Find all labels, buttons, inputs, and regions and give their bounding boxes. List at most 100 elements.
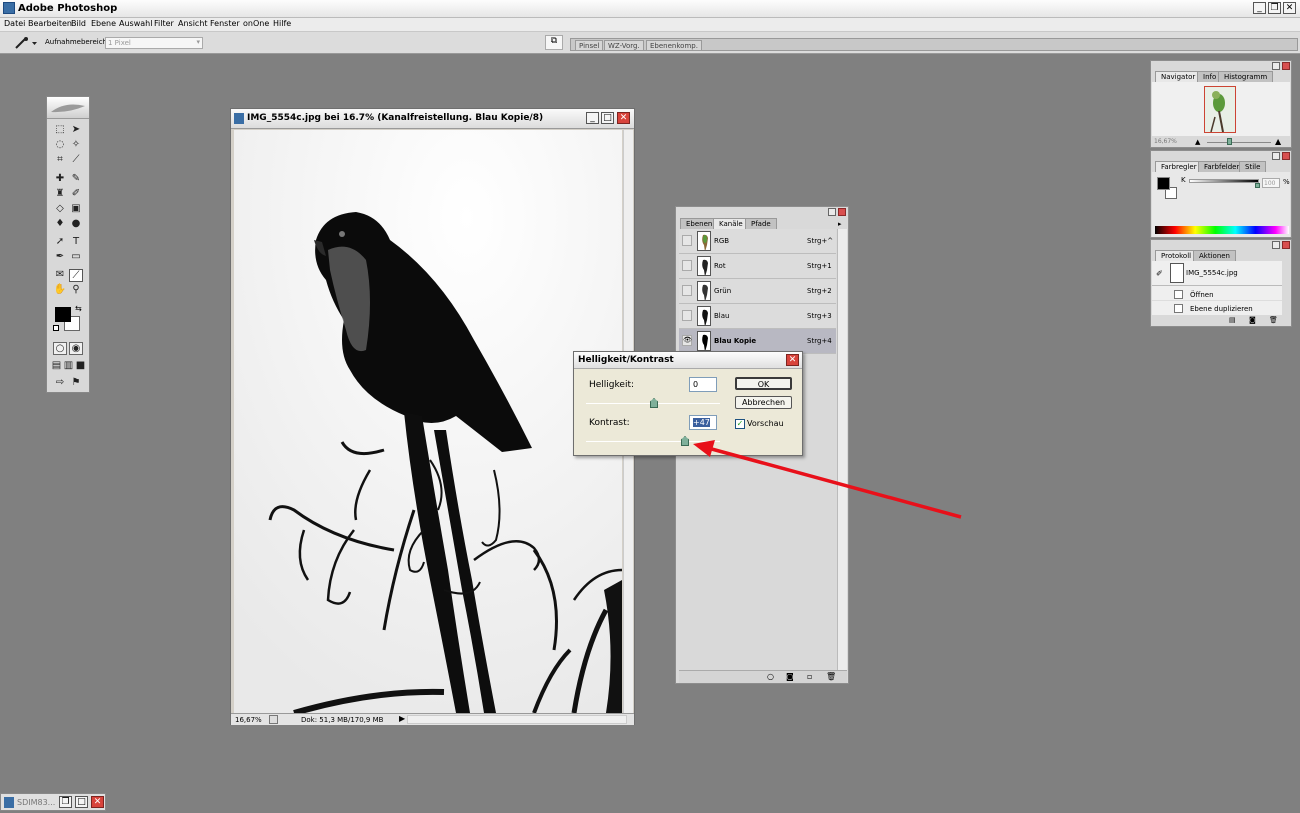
dialog-close-icon[interactable]: ✕ <box>786 354 799 366</box>
channel-row-rot[interactable]: Rot Strg+1 <box>679 254 836 279</box>
visibility-toggle[interactable] <box>682 310 692 321</box>
color-spectrum-bar[interactable] <box>1155 226 1289 234</box>
sample-size-select[interactable]: 1 Pixel ▾ <box>105 37 203 49</box>
well-tab-wz-vorg[interactable]: WZ-Vorg. <box>604 40 644 51</box>
brightness-input[interactable]: 0 <box>689 377 717 392</box>
tab-stile[interactable]: Stile <box>1239 161 1267 172</box>
slice-tool-icon[interactable]: ⟋ <box>69 154 83 167</box>
menu-ebene[interactable]: Ebene <box>91 19 116 28</box>
status-preview-icon[interactable] <box>269 715 278 724</box>
crop-tool-icon[interactable]: ⌗ <box>53 154 67 167</box>
menu-hilfe[interactable]: Hilfe <box>273 19 291 28</box>
dodge-tool-icon[interactable]: ● <box>69 218 83 231</box>
history-step-row[interactable]: Ebene duplizieren <box>1152 302 1282 315</box>
document-horizontal-scrollbar[interactable] <box>407 715 627 724</box>
cancel-button[interactable]: Abbrechen <box>735 396 792 409</box>
tab-pfade[interactable]: Pfade <box>745 218 777 229</box>
zoom-tool-icon[interactable]: ⚲ <box>69 284 83 297</box>
new-snapshot-icon[interactable]: ◙ <box>1249 316 1256 324</box>
close-icon[interactable]: ✕ <box>1283 2 1296 14</box>
menu-filter[interactable]: Filter <box>154 19 174 28</box>
channels-minimize-icon[interactable] <box>828 208 836 216</box>
doc-minimize-icon[interactable]: _ <box>586 112 599 124</box>
history-close-icon[interactable] <box>1282 241 1290 249</box>
dialog-titlebar[interactable]: Helligkeit/Kontrast ✕ <box>574 352 802 369</box>
menu-ansicht[interactable]: Ansicht <box>178 19 208 28</box>
screen-mode-standard-icon[interactable]: ▤ <box>51 360 62 373</box>
color-minimize-icon[interactable] <box>1272 152 1280 160</box>
type-tool-icon[interactable]: T <box>69 236 83 249</box>
channel-row-rgb[interactable]: RGB Strg+^ <box>679 229 836 254</box>
doc-close-icon[interactable]: ✕ <box>617 112 630 124</box>
navigator-zoom-readout[interactable]: 16,67% <box>1154 138 1177 145</box>
contrast-slider-track[interactable] <box>586 441 720 442</box>
menu-onone[interactable]: onOne <box>243 19 269 28</box>
navigator-close-icon[interactable] <box>1282 62 1290 70</box>
navigator-zoom-slider[interactable] <box>1207 142 1271 143</box>
jump-to-imageready-icon[interactable]: ⇨ <box>53 377 67 390</box>
trash-icon[interactable]: 🗑 <box>1269 316 1278 324</box>
history-brush-source-icon[interactable]: ✐ <box>1156 269 1163 278</box>
tab-histogramm[interactable]: Histogramm <box>1218 71 1274 82</box>
panel-menu-icon[interactable]: ▸ <box>838 220 842 228</box>
channels-close-icon[interactable] <box>838 208 846 216</box>
blur-tool-icon[interactable]: ♦ <box>53 218 67 231</box>
menu-auswahl[interactable]: Auswahl <box>119 19 152 28</box>
well-tab-ebenenkomp[interactable]: Ebenenkomp. <box>646 40 702 51</box>
document-titlebar[interactable]: IMG_5554c.jpg bei 16.7% (Kanalfreistellu… <box>231 109 634 129</box>
channel-row-gruen[interactable]: Grün Strg+2 <box>679 279 836 304</box>
path-selection-icon[interactable]: ➚ <box>53 236 67 249</box>
brush-tool-icon[interactable]: ✎ <box>69 173 83 186</box>
history-brush-icon[interactable]: ✐ <box>69 188 83 201</box>
eyedropper-preset-icon[interactable] <box>12 36 40 50</box>
visibility-toggle[interactable] <box>682 235 692 246</box>
clone-stamp-icon[interactable]: ♜ <box>53 188 67 201</box>
navigator-minimize-icon[interactable] <box>1272 62 1280 70</box>
menu-bild[interactable]: Bild <box>71 19 86 28</box>
zoom-readout[interactable]: 16,67% <box>235 716 262 724</box>
image-canvas[interactable] <box>234 130 622 713</box>
save-selection-icon[interactable]: ◙ <box>786 672 794 681</box>
history-snapshot-row[interactable]: ✐ IMG_5554c.jpg <box>1152 261 1282 286</box>
jump-to-app-icon[interactable]: ⚑ <box>69 377 83 390</box>
channel-row-blau[interactable]: Blau Strg+3 <box>679 304 836 329</box>
gradient-tool-icon[interactable]: ▣ <box>69 203 83 216</box>
hand-tool-icon[interactable]: ✋ <box>53 284 67 297</box>
history-minimize-icon[interactable] <box>1272 241 1280 249</box>
taskbar-close-icon[interactable]: ✕ <box>91 796 104 808</box>
contrast-slider-thumb[interactable] <box>681 436 689 446</box>
notes-tool-icon[interactable]: ✉ <box>53 269 67 282</box>
screen-mode-menu-icon[interactable]: ▥ <box>63 360 74 373</box>
delete-channel-icon[interactable]: 🗑 <box>826 672 836 681</box>
standard-mode-icon[interactable]: ○ <box>53 342 67 355</box>
new-channel-icon[interactable]: ▫ <box>807 672 812 681</box>
foreground-color-chip[interactable] <box>1157 177 1170 190</box>
zoom-out-icon[interactable]: ▲ <box>1195 138 1200 146</box>
ok-button[interactable]: OK <box>735 377 792 390</box>
menu-bearbeiten[interactable]: Bearbeiten <box>28 19 72 28</box>
visibility-toggle[interactable] <box>682 260 692 271</box>
minimize-icon[interactable]: _ <box>1253 2 1266 14</box>
preview-checkbox[interactable]: ✓ <box>735 419 745 429</box>
screen-mode-full-icon[interactable]: ■ <box>75 360 86 373</box>
tab-navigator[interactable]: Navigator <box>1155 71 1202 82</box>
black-slider-track[interactable] <box>1189 179 1259 183</box>
contrast-input[interactable]: +47 <box>689 415 717 430</box>
channels-scrollbar[interactable] <box>837 229 847 671</box>
swap-colors-icon[interactable]: ⇆ <box>75 304 82 313</box>
palette-toggle-button[interactable]: ⧉ <box>545 35 563 50</box>
pen-tool-icon[interactable]: ✒ <box>53 251 67 264</box>
restore-icon[interactable]: ❐ <box>1268 2 1281 14</box>
move-tool-icon[interactable]: ➤ <box>69 124 83 137</box>
taskbar-restore-icon[interactable]: ❐ <box>59 796 72 808</box>
menu-fenster[interactable]: Fenster <box>210 19 240 28</box>
new-document-from-state-icon[interactable]: ▤ <box>1229 316 1236 324</box>
navigator-slider-thumb[interactable] <box>1227 138 1232 145</box>
quickmask-mode-icon[interactable]: ◉ <box>69 342 83 355</box>
eye-icon[interactable]: 👁 <box>682 335 692 346</box>
tab-kanaele[interactable]: Kanäle <box>713 218 749 229</box>
visibility-toggle[interactable] <box>682 285 692 296</box>
lasso-tool-icon[interactable]: ◌ <box>53 139 67 152</box>
black-slider-thumb[interactable] <box>1255 183 1260 188</box>
default-colors-icon[interactable] <box>53 325 59 331</box>
